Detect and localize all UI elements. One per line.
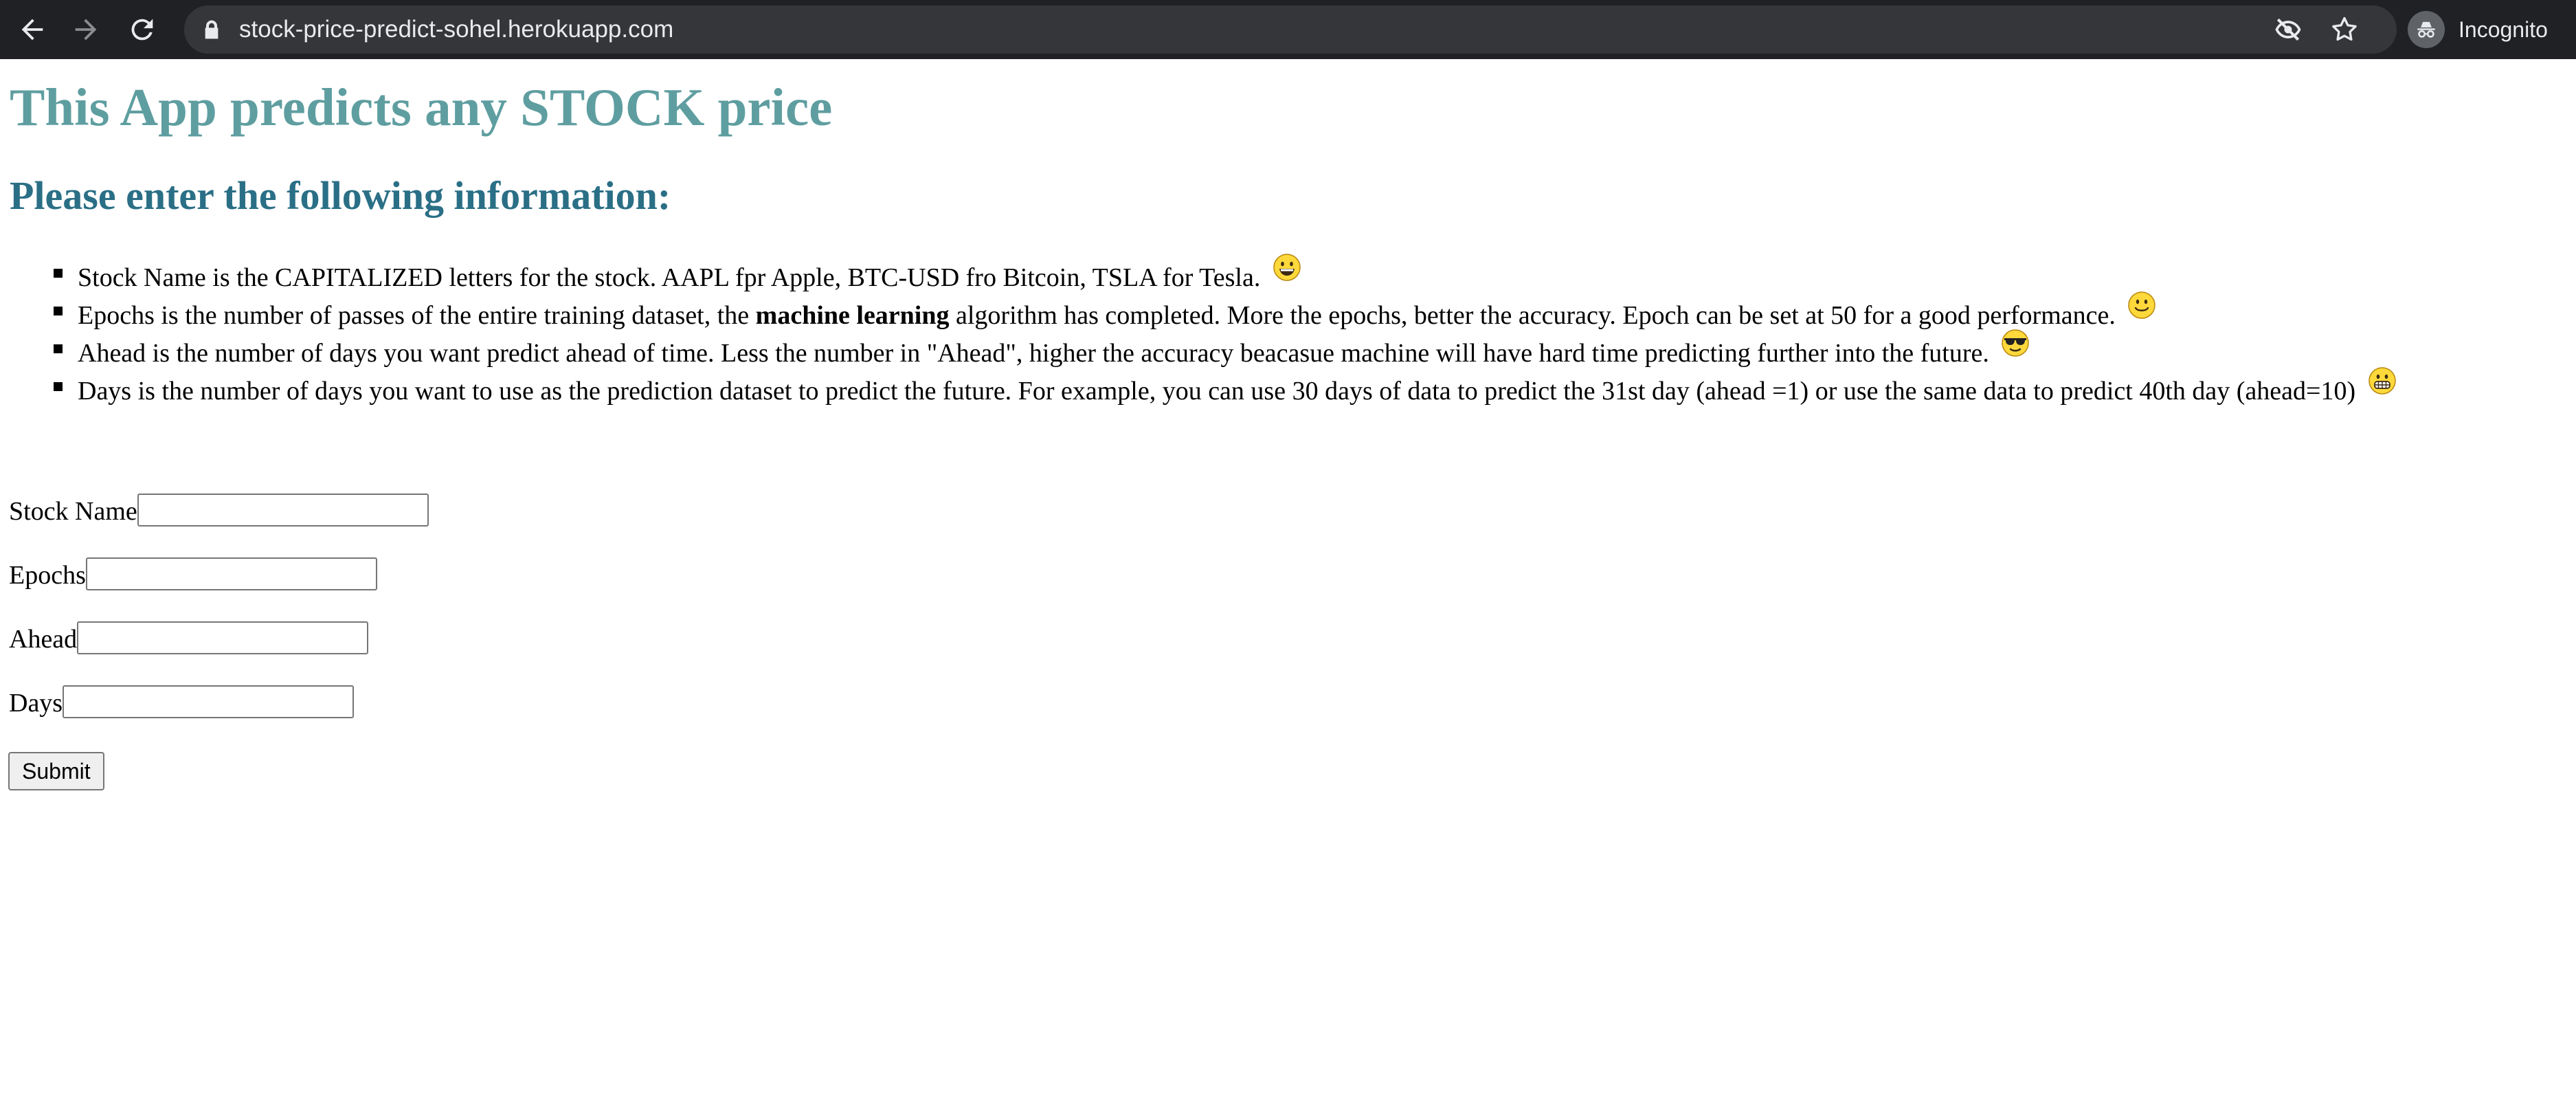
list-item: Epochs is the number of passes of the en…: [0, 291, 2397, 330]
stock-name-row: Stock Name: [9, 492, 429, 531]
lock-icon: [205, 20, 219, 39]
info-list: Stock Name is the CAPITALIZED letters fo…: [0, 253, 2397, 406]
slightly-smiling-face-emoji: [2127, 291, 2156, 320]
ahead-label: Ahead: [9, 625, 78, 654]
page-title: This App predicts any STOCK price: [10, 78, 833, 137]
epochs-input[interactable]: [85, 557, 377, 590]
stock-name-label: Stock Name: [9, 497, 137, 526]
info-text-post: algorithm has completed. More the epochs…: [949, 301, 2116, 330]
submit-button[interactable]: Submit: [8, 752, 104, 790]
info-text: Ahead is the number of days you want pre…: [78, 339, 1989, 368]
stock-name-input[interactable]: [137, 494, 429, 527]
browser-toolbar: stock-price-predict-sohel.herokuapp.com …: [0, 0, 2576, 59]
info-text-pre: Epochs is the number of passes of the en…: [78, 301, 756, 330]
list-item: Ahead is the number of days you want pre…: [0, 329, 2397, 368]
epochs-label: Epochs: [9, 561, 86, 590]
page-content: This App predicts any STOCK price Please…: [0, 59, 2576, 1097]
reload-icon: [131, 19, 153, 41]
address-bar[interactable]: stock-price-predict-sohel.herokuapp.com: [184, 5, 2397, 54]
days-row: Days: [9, 684, 355, 722]
back-icon: [21, 19, 43, 41]
ahead-row: Ahead: [9, 620, 369, 658]
days-input[interactable]: [63, 685, 355, 718]
grimacing-face-emoji: [2368, 366, 2397, 395]
list-item: Stock Name is the CAPITALIZED letters fo…: [0, 253, 2397, 292]
forward-button[interactable]: [66, 10, 106, 49]
page-subtitle: Please enter the following information:: [10, 173, 671, 218]
list-item: Days is the number of days you want to u…: [0, 366, 2397, 406]
sunglasses-face-emoji: [2001, 329, 2030, 357]
profile-label: Incognito: [2459, 17, 2548, 42]
days-label: Days: [9, 689, 63, 718]
reload-button[interactable]: [122, 10, 162, 49]
eye-off-icon[interactable]: [2273, 14, 2303, 45]
grinning-face-emoji: [1273, 253, 1301, 282]
forward-icon: [75, 19, 97, 41]
back-button[interactable]: [12, 10, 52, 49]
star-icon[interactable]: [2329, 14, 2360, 45]
url-text[interactable]: stock-price-predict-sohel.herokuapp.com: [239, 14, 673, 45]
info-text: Stock Name is the CAPITALIZED letters fo…: [78, 263, 1261, 292]
incognito-icon: [2408, 11, 2445, 48]
ahead-input[interactable]: [77, 621, 369, 654]
info-text: Days is the number of days you want to u…: [78, 377, 2356, 406]
incognito-profile-button[interactable]: Incognito: [2405, 7, 2575, 52]
info-text-bold: machine learning: [755, 301, 950, 330]
epochs-row: Epochs: [9, 556, 377, 595]
